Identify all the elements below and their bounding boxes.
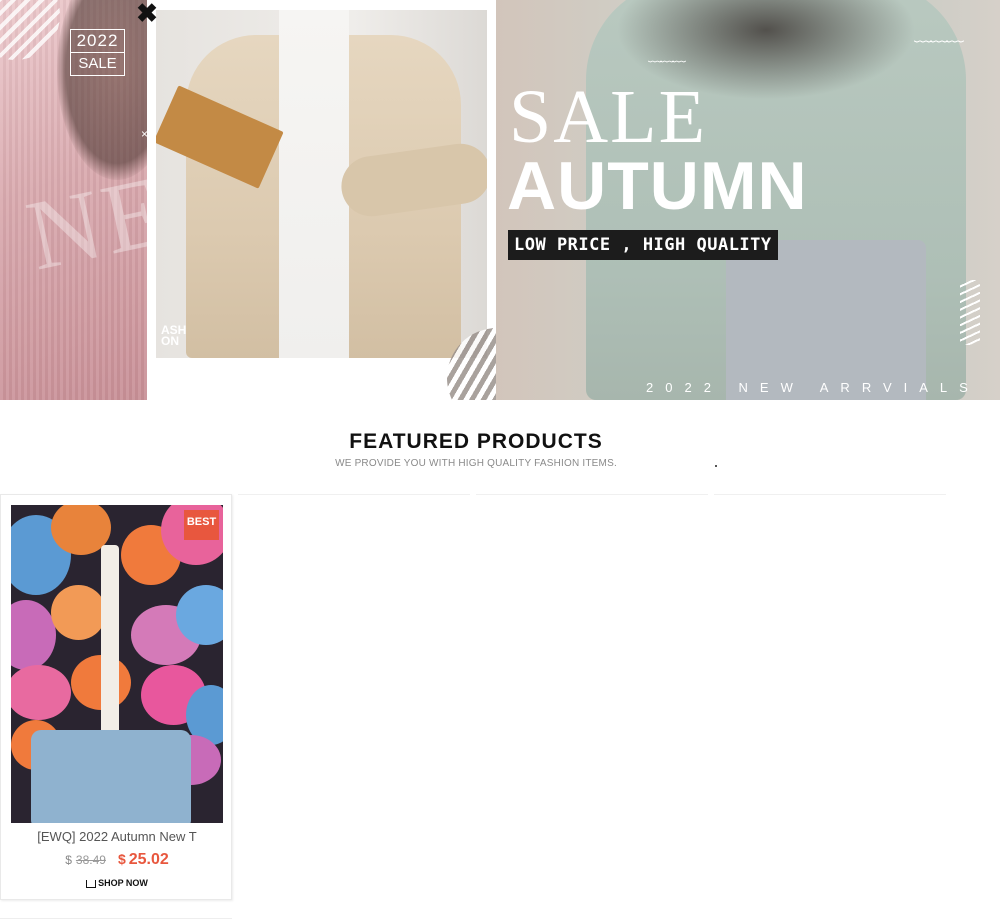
jeans-shape (726, 240, 926, 400)
old-price: 38.49 (75, 853, 106, 867)
product-card-placeholder (714, 494, 946, 496)
model-photo: ASH ON (156, 10, 487, 358)
next-row-divider (0, 918, 232, 920)
new-price: 25.02 (128, 851, 169, 868)
sale-badge-year: 2022 (71, 30, 124, 53)
shop-now-label: SHOP NOW (98, 878, 148, 888)
price-row: $38.49 $25.02 (1, 851, 233, 869)
hero-banner[interactable]: NE 2022 SALE ASH ON ﹋﹋﹋ ﹋﹋﹋ SALE AUTUMN … (0, 0, 1000, 400)
sale-badge-word: SALE (78, 55, 117, 72)
old-price-currency: $ (65, 853, 72, 867)
banner-middle-panel: ASH ON (147, 0, 547, 400)
section-subtitle: WE PROVIDE YOU WITH HIGH QUALITY FASHION… (335, 458, 617, 469)
product-card[interactable]: BEST [EWQ] 2022 Autumn New T $38.49 $25.0… (0, 494, 232, 900)
shop-now-button[interactable]: SHOP NOW (1, 878, 233, 888)
product-name[interactable]: [EWQ] 2022 Autumn New T (1, 829, 233, 844)
photo-caption-line-2: ON (161, 334, 179, 348)
banner-right-panel: ﹋﹋﹋ ﹋﹋﹋ SALE AUTUMN LOW PRICE , HIGH QUA… (496, 0, 1000, 400)
white-shirt-shape (279, 10, 349, 358)
photo-caption: ASH ON (161, 324, 186, 348)
section-title: FEATURED PRODUCTS (349, 430, 603, 453)
best-badge: BEST (184, 510, 219, 540)
autumn-headline: AUTUMN (507, 148, 808, 224)
jeans-shape (31, 730, 191, 823)
cart-icon (86, 879, 97, 888)
new-price-currency: $ (117, 851, 126, 867)
stray-dot (715, 465, 717, 467)
close-icon[interactable]: ✖ (133, 0, 161, 26)
tagline-badge: LOW PRICE , HIGH QUALITY (508, 230, 778, 260)
sale-badge: 2022 SALE (70, 29, 125, 76)
zigzag-decoration: ﹋﹋﹋ (914, 40, 964, 60)
banner-left-panel: NE 2022 SALE (0, 0, 147, 400)
product-image[interactable]: BEST (11, 505, 223, 823)
small-close-icon: × (141, 127, 149, 141)
diagonal-lines-decoration (960, 280, 980, 345)
product-card-placeholder (238, 494, 470, 496)
featured-section-header: FEATURED PRODUCTS WE PROVIDE YOU WITH HI… (0, 430, 952, 469)
product-card-placeholder (476, 494, 708, 496)
new-arrivals-text: 2022 NEW ARRVIALS (646, 380, 980, 395)
